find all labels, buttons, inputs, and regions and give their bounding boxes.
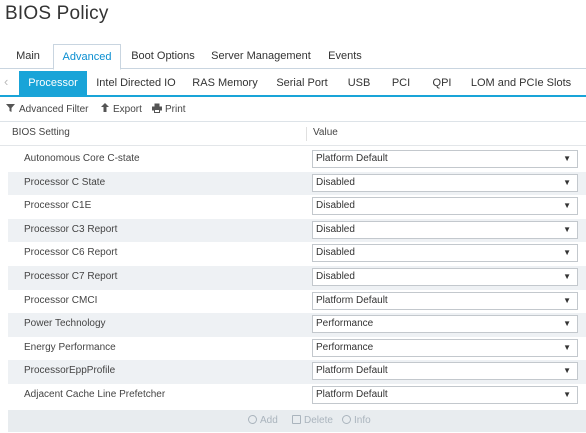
add-label: Add — [260, 415, 278, 426]
setting-label: Adjacent Cache Line Prefetcher — [24, 388, 166, 400]
setting-label: Processor CMCI — [24, 294, 98, 306]
caret-down-icon: ▼ — [563, 248, 571, 258]
advanced-filter-button[interactable]: Advanced Filter — [6, 103, 88, 117]
header-value[interactable]: Value — [313, 127, 338, 138]
caret-down-icon: ▼ — [563, 271, 571, 281]
dropdown-selected-value: Platform Default — [316, 153, 388, 164]
bottom-action-bar: Add Delete Info — [8, 410, 586, 432]
subtab-pci[interactable]: PCI — [386, 71, 416, 95]
subtab-processor[interactable]: Processor — [19, 71, 87, 95]
dropdown-selected-value: Platform Default — [316, 365, 388, 377]
table-row: Processor CMCI Platform Default ▼ — [8, 290, 586, 314]
table-row: ProcessorEppProfile Platform Default ▼ — [8, 360, 586, 384]
printer-icon — [152, 103, 162, 113]
caret-down-icon: ▼ — [563, 319, 571, 329]
dropdown-selected-value: Performance — [316, 318, 374, 330]
page-title: BIOS Policy — [5, 3, 109, 24]
subtab-usb[interactable]: USB — [342, 71, 376, 95]
info-label: Info — [354, 415, 371, 426]
print-button[interactable]: Print — [152, 103, 186, 117]
setting-label: ProcessorEppProfile — [24, 365, 116, 377]
dropdown-selected-value: Disabled — [316, 176, 355, 188]
filter-icon — [6, 104, 15, 112]
value-dropdown[interactable]: Platform Default ▼ — [312, 150, 578, 168]
caret-down-icon: ▼ — [563, 201, 571, 211]
setting-label: Autonomous Core C-state — [24, 153, 140, 164]
table-row: Energy Performance Performance ▼ — [8, 337, 586, 361]
tab-boot-options[interactable]: Boot Options — [126, 44, 200, 68]
table-row: Processor C State Disabled ▼ — [8, 171, 586, 196]
setting-label: Energy Performance — [24, 341, 116, 353]
caret-down-icon: ▼ — [563, 389, 571, 399]
value-dropdown[interactable]: Platform Default ▼ — [312, 385, 578, 404]
tab-main[interactable]: Main — [8, 44, 48, 68]
value-dropdown[interactable]: Performance ▼ — [312, 338, 578, 357]
table-row: Processor C1E Disabled ▼ — [8, 195, 586, 219]
settings-table: Autonomous Core C-state Platform Default ▼… — [8, 148, 586, 408]
info-button[interactable]: Info — [342, 415, 371, 426]
header-bios-setting[interactable]: BIOS Setting — [12, 127, 70, 138]
dropdown-selected-value: Performance — [316, 341, 374, 353]
table-row: Processor C6 Report Disabled ▼ — [8, 242, 586, 266]
dropdown-selected-value: Disabled — [316, 270, 355, 282]
setting-label: Processor C State — [24, 176, 106, 188]
setting-label: Power Technology — [24, 318, 106, 330]
dropdown-selected-value: Disabled — [316, 223, 355, 235]
caret-down-icon: ▼ — [563, 366, 571, 376]
caret-down-icon: ▼ — [563, 154, 571, 163]
subtab-lom-pcie-slots[interactable]: LOM and PCIe Slots — [468, 71, 574, 95]
tab-events[interactable]: Events — [322, 44, 368, 68]
print-label: Print — [165, 104, 186, 115]
plus-circle-icon — [248, 415, 257, 424]
caret-down-icon: ▼ — [563, 177, 571, 187]
setting-label: Processor C1E — [24, 200, 92, 212]
value-dropdown[interactable]: Platform Default ▼ — [312, 291, 578, 310]
value-dropdown[interactable]: Disabled ▼ — [312, 267, 578, 286]
upload-icon — [101, 103, 109, 112]
column-divider[interactable] — [306, 127, 307, 141]
dropdown-selected-value: Platform Default — [316, 388, 388, 400]
setting-label: Processor C3 Report — [24, 223, 118, 235]
table-header: BIOS Setting Value — [0, 123, 586, 146]
setting-label: Processor C6 Report — [24, 247, 118, 259]
dropdown-selected-value: Platform Default — [316, 294, 388, 306]
dropdown-selected-value: Disabled — [316, 200, 355, 212]
delete-button[interactable]: Delete — [292, 415, 333, 426]
table-row: Processor C7 Report Disabled ▼ — [8, 265, 586, 290]
delete-label: Delete — [304, 415, 333, 426]
export-button[interactable]: Export — [100, 103, 142, 117]
table-row: Processor C3 Report Disabled ▼ — [8, 218, 586, 243]
dropdown-selected-value: Disabled — [316, 247, 355, 259]
value-dropdown[interactable]: Disabled ▼ — [312, 173, 578, 192]
setting-label: Processor C7 Report — [24, 270, 118, 282]
subtab-serial-port[interactable]: Serial Port — [272, 71, 332, 95]
table-row: Power Technology Performance ▼ — [8, 313, 586, 337]
subtab-intel-directed-io[interactable]: Intel Directed IO — [94, 71, 178, 95]
advanced-filter-label: Advanced Filter — [19, 104, 89, 115]
info-icon — [342, 415, 351, 424]
sub-tab-bar: ‹ Processor Intel Directed IO RAS Memory… — [0, 71, 586, 97]
table-row: Adjacent Cache Line Prefetcher Platform D… — [8, 384, 586, 408]
subtab-ras-memory[interactable]: RAS Memory — [190, 71, 260, 95]
value-dropdown[interactable]: Disabled ▼ — [312, 244, 578, 263]
trash-icon — [292, 415, 301, 424]
export-label: Export — [113, 104, 142, 115]
add-button[interactable]: Add — [248, 415, 278, 426]
value-dropdown[interactable]: Performance ▼ — [312, 315, 578, 334]
chevron-left-icon[interactable]: ‹ — [4, 74, 8, 89]
caret-down-icon: ▼ — [563, 224, 571, 234]
table-row: Autonomous Core C-state Platform Default ▼ — [8, 148, 586, 172]
value-dropdown[interactable]: Platform Default ▼ — [312, 362, 578, 381]
value-dropdown[interactable]: Disabled ▼ — [312, 220, 578, 239]
tab-server-management[interactable]: Server Management — [208, 44, 314, 68]
caret-down-icon: ▼ — [563, 342, 571, 352]
subtab-qpi[interactable]: QPI — [426, 71, 458, 95]
top-tab-bar: Main Advanced Boot Options Server Manage… — [0, 44, 586, 70]
tab-advanced[interactable]: Advanced — [53, 44, 121, 70]
toolbar: Advanced Filter Export Print — [0, 99, 586, 122]
value-dropdown[interactable]: Disabled ▼ — [312, 197, 578, 216]
caret-down-icon: ▼ — [563, 295, 571, 305]
